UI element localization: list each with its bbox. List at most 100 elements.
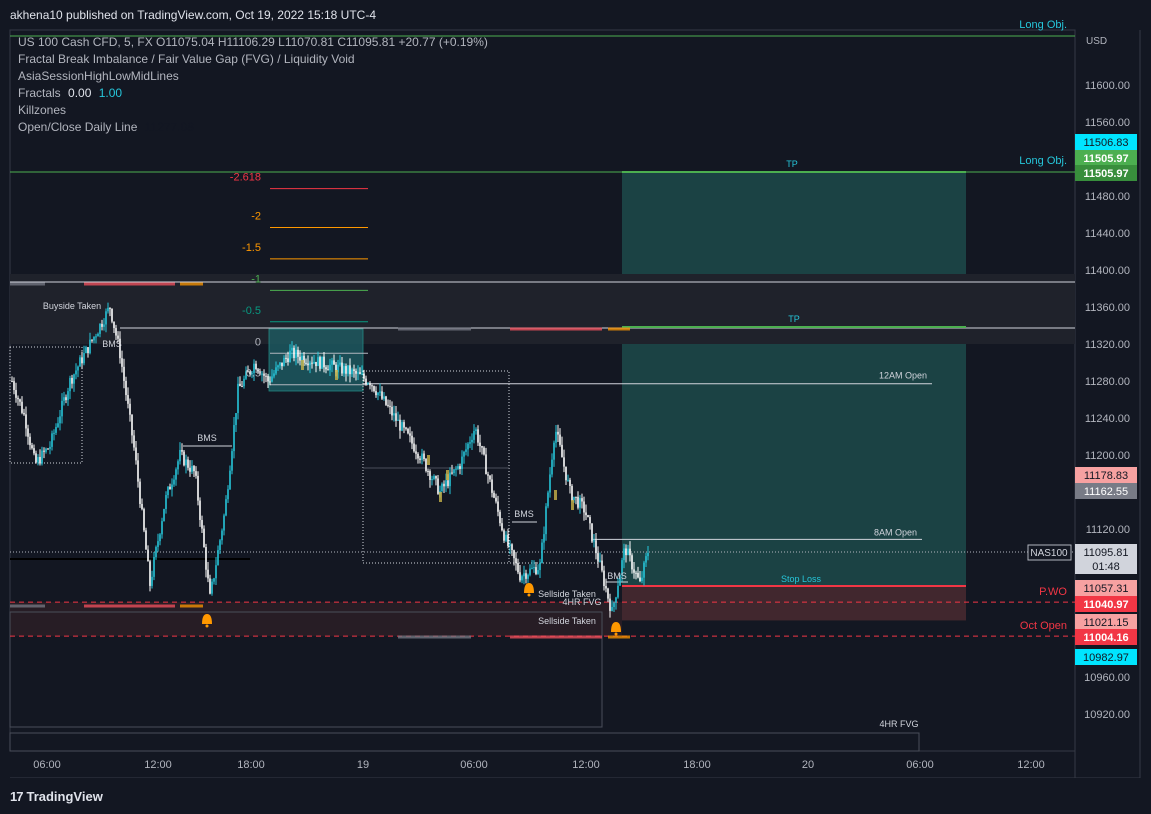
candle-body [471, 439, 473, 443]
candle-body [553, 442, 555, 460]
candle-body [261, 373, 263, 375]
candle-body [461, 456, 463, 469]
candle-body [127, 395, 129, 404]
candle-body [71, 377, 73, 384]
candle-body [275, 367, 277, 374]
candle-body [237, 383, 239, 414]
candle-body [367, 383, 369, 385]
legend-indicator-fvg[interactable]: Fractal Break Imbalance / Fair Value Gap… [18, 52, 355, 66]
candle-body [487, 474, 489, 476]
candle-body [341, 362, 343, 374]
candle-body [121, 358, 123, 367]
y-tick-label: 11360.00 [1085, 302, 1130, 314]
candle-body [113, 321, 115, 329]
legend-indicator-killzones[interactable]: Killzones [18, 103, 66, 117]
candle-body [531, 567, 533, 569]
legend-indicator-openclose[interactable]: Open/Close Daily Line 11277.08 [18, 120, 194, 134]
candle-body [447, 480, 449, 487]
candle-body [281, 362, 283, 367]
candle-body [179, 449, 181, 462]
candle-body [51, 433, 53, 447]
candle-body [65, 397, 67, 401]
candle-body [269, 381, 271, 383]
candle-body [639, 577, 641, 581]
fib-label-3: -1 [251, 273, 261, 285]
candle-body [13, 381, 15, 391]
candle-body [523, 573, 525, 577]
long-objective-label-top: Long Obj. [1019, 19, 1067, 31]
candle-body [403, 422, 405, 428]
position-stop-zone [622, 586, 966, 621]
candle-body [599, 560, 601, 562]
candle-body [57, 423, 59, 427]
openclose-label: Open/Close Daily Line [18, 120, 138, 134]
candle-body [437, 478, 439, 494]
candle-body [263, 373, 265, 376]
candle-body [585, 512, 587, 516]
candle-body [417, 453, 419, 459]
candle-body [265, 375, 267, 377]
candle-body [637, 572, 639, 578]
candle-body [17, 397, 19, 400]
x-tick-label: 18:00 [237, 759, 265, 771]
price-tag-label: 11040.97 [1083, 599, 1128, 611]
y-tick-label: 11320.00 [1085, 339, 1130, 351]
candle-body [509, 544, 511, 546]
candle-body [141, 503, 143, 510]
candle-body [171, 484, 173, 490]
legend-indicator-fractals[interactable]: Fractals 0.00 1.00 [18, 86, 122, 100]
y-tick-label: 11120.00 [1086, 524, 1130, 536]
candle-body [331, 360, 333, 365]
candle-body [453, 469, 455, 474]
candle-body [217, 550, 219, 566]
candle [425, 458, 427, 473]
candle-body [221, 530, 223, 541]
candle-body [551, 459, 553, 475]
candle-body [421, 453, 423, 460]
candle-body [425, 458, 427, 471]
x-tick-label: 12:00 [1017, 759, 1045, 771]
candle-body [395, 413, 397, 421]
candle-body [233, 425, 235, 452]
candle-body [375, 391, 377, 396]
tradingview-logo[interactable]: 17 TradingView [10, 789, 103, 804]
fractals-value-2: 1.00 [98, 86, 123, 100]
fractal-marker-3 [446, 470, 449, 480]
candle-body [205, 546, 207, 570]
candle-body [333, 360, 335, 365]
price-tag: 11178.83 [1075, 467, 1137, 483]
candle [139, 478, 141, 508]
candle [143, 507, 145, 533]
long-objective-label: Long Obj. [1019, 155, 1067, 167]
candle-body [569, 479, 571, 486]
candle-body [441, 483, 443, 491]
candle-body [219, 540, 221, 551]
candle-body [627, 548, 629, 556]
candle-body [47, 448, 49, 450]
candle-body [613, 602, 615, 607]
candle-body [469, 442, 471, 444]
candle-body [75, 370, 77, 375]
candle-body [317, 357, 319, 367]
candle-body [29, 436, 31, 446]
candle-body [451, 472, 453, 474]
price-tag: 11057.31 [1075, 580, 1137, 596]
candle-body [203, 528, 205, 547]
candle-body [607, 588, 609, 599]
y-tick-label: 11400.00 [1085, 265, 1130, 277]
candle-body [423, 453, 425, 459]
candle-body [633, 569, 635, 573]
price-tag-label: 11095.81 [1083, 547, 1128, 559]
candle-body [139, 481, 141, 504]
candle-body [223, 515, 225, 531]
candle-body [137, 460, 139, 482]
candle-body [267, 375, 269, 382]
candle-body [69, 377, 71, 392]
fractal-marker-4 [301, 360, 304, 370]
price-tag-label: 10982.97 [1083, 652, 1129, 664]
candle-body [311, 362, 313, 364]
legend-indicator-asia[interactable]: AsiaSessionHighLowMidLines [18, 69, 179, 83]
candle-body [37, 457, 39, 463]
candle-body [183, 451, 185, 466]
candle-body [211, 581, 213, 594]
